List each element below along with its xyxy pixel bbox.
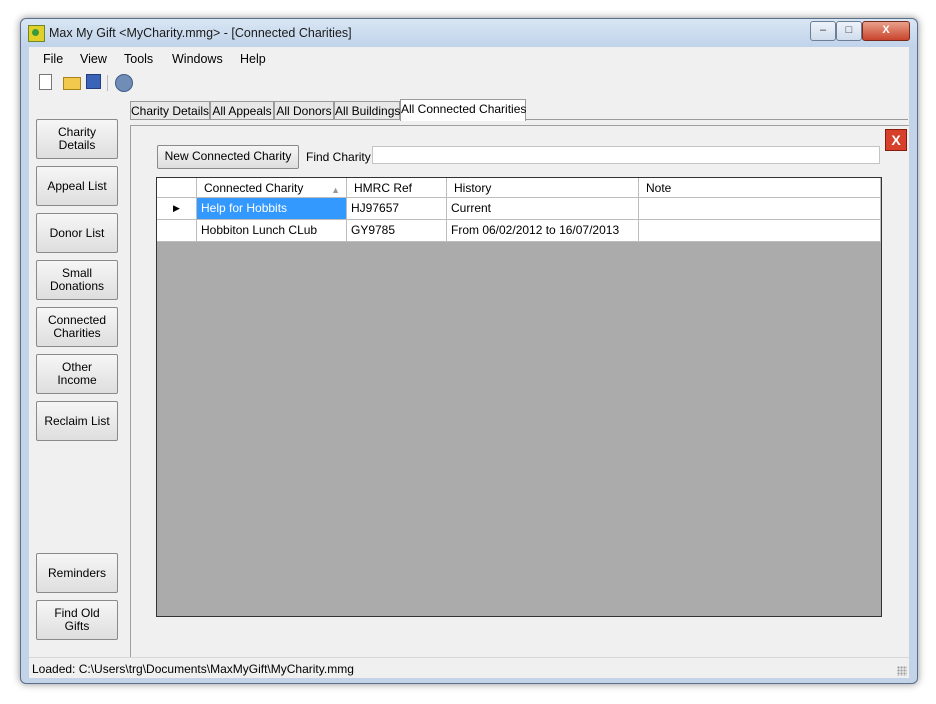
connected-charities-grid: Connected Charity ▲ HMRC Ref History Not… (156, 177, 882, 617)
table-cell-history[interactable]: From 06/02/2012 to 16/07/2013 (447, 220, 639, 242)
window-close-button[interactable]: X (862, 21, 910, 41)
sidebar-appeal-list-button[interactable]: Appeal List (36, 166, 118, 206)
column-header-note[interactable]: Note (639, 178, 881, 198)
sidebar-reminders-button[interactable]: Reminders (36, 553, 118, 593)
grid-corner-header (157, 178, 197, 198)
open-folder-icon[interactable] (63, 77, 81, 90)
row-header-cell[interactable] (157, 220, 197, 242)
column-header-history[interactable]: History (447, 178, 639, 198)
tab-charity-details[interactable]: Charity Details (130, 101, 210, 120)
close-panel-button[interactable]: X (885, 129, 907, 151)
menu-file[interactable]: File (43, 52, 63, 66)
client-area: File View Tools Windows Help Charity Det… (29, 47, 909, 678)
sidebar-charity-details-button[interactable]: Charity Details (36, 119, 118, 159)
app-logo-icon (28, 25, 45, 42)
sidebar-donor-list-button[interactable]: Donor List (36, 213, 118, 253)
tab-all-buildings[interactable]: All Buildings (334, 101, 400, 120)
maximize-button[interactable]: □ (836, 21, 862, 41)
app-window: Max My Gift <MyCharity.mmg> - [Connected… (20, 18, 918, 684)
column-header-connected-charity[interactable]: Connected Charity ▲ (197, 178, 347, 198)
minimize-button[interactable]: – (810, 21, 836, 41)
sidebar-small-donations-button[interactable]: Small Donations (36, 260, 118, 300)
tab-all-connected-charities[interactable]: All Connected Charities (400, 99, 526, 121)
table-cell-charity[interactable]: Hobbiton Lunch CLub (197, 220, 347, 242)
menu-tools[interactable]: Tools (124, 52, 153, 66)
save-disk-icon[interactable] (86, 74, 101, 89)
menu-windows[interactable]: Windows (172, 52, 223, 66)
find-charity-input[interactable] (372, 146, 880, 164)
sidebar-find-old-gifts-button[interactable]: Find Old Gifts (36, 600, 118, 640)
sidebar-connected-charities-button[interactable]: Connected Charities (36, 307, 118, 347)
tab-all-donors[interactable]: All Donors (274, 101, 334, 120)
menu-view[interactable]: View (80, 52, 107, 66)
row-indicator-icon[interactable]: ▶ (157, 198, 197, 220)
menu-help[interactable]: Help (240, 52, 266, 66)
sidebar-other-income-button[interactable]: Other Income (36, 354, 118, 394)
resize-grip-icon[interactable] (897, 666, 907, 676)
table-cell-note[interactable] (639, 198, 881, 220)
status-text: Loaded: C:\Users\trg\Documents\MaxMyGift… (32, 662, 354, 676)
window-title: Max My Gift <MyCharity.mmg> - [Connected… (49, 26, 352, 40)
table-cell-charity[interactable]: Help for Hobbits (197, 198, 347, 220)
column-header-label: Connected Charity (204, 181, 304, 195)
tab-all-appeals[interactable]: All Appeals (210, 101, 274, 120)
table-cell-hmrc-ref[interactable]: GY9785 (347, 220, 447, 242)
new-document-icon[interactable] (39, 74, 52, 90)
column-header-hmrc-ref[interactable]: HMRC Ref (347, 178, 447, 198)
toolbar-separator (107, 75, 108, 91)
table-cell-note[interactable] (639, 220, 881, 242)
title-bar[interactable]: Max My Gift <MyCharity.mmg> - [Connected… (21, 19, 917, 47)
new-connected-charity-button[interactable]: New Connected Charity (157, 145, 299, 169)
toolbar (29, 72, 909, 94)
status-bar: Loaded: C:\Users\trg\Documents\MaxMyGift… (29, 657, 909, 678)
table-cell-hmrc-ref[interactable]: HJ97657 (347, 198, 447, 220)
menu-bar: File View Tools Windows Help (29, 47, 909, 71)
sidebar-reclaim-list-button[interactable]: Reclaim List (36, 401, 118, 441)
table-cell-history[interactable]: Current (447, 198, 639, 220)
find-charity-label: Find Charity (306, 150, 371, 164)
sort-ascending-icon: ▲ (331, 185, 340, 195)
help-icon[interactable] (115, 74, 133, 92)
